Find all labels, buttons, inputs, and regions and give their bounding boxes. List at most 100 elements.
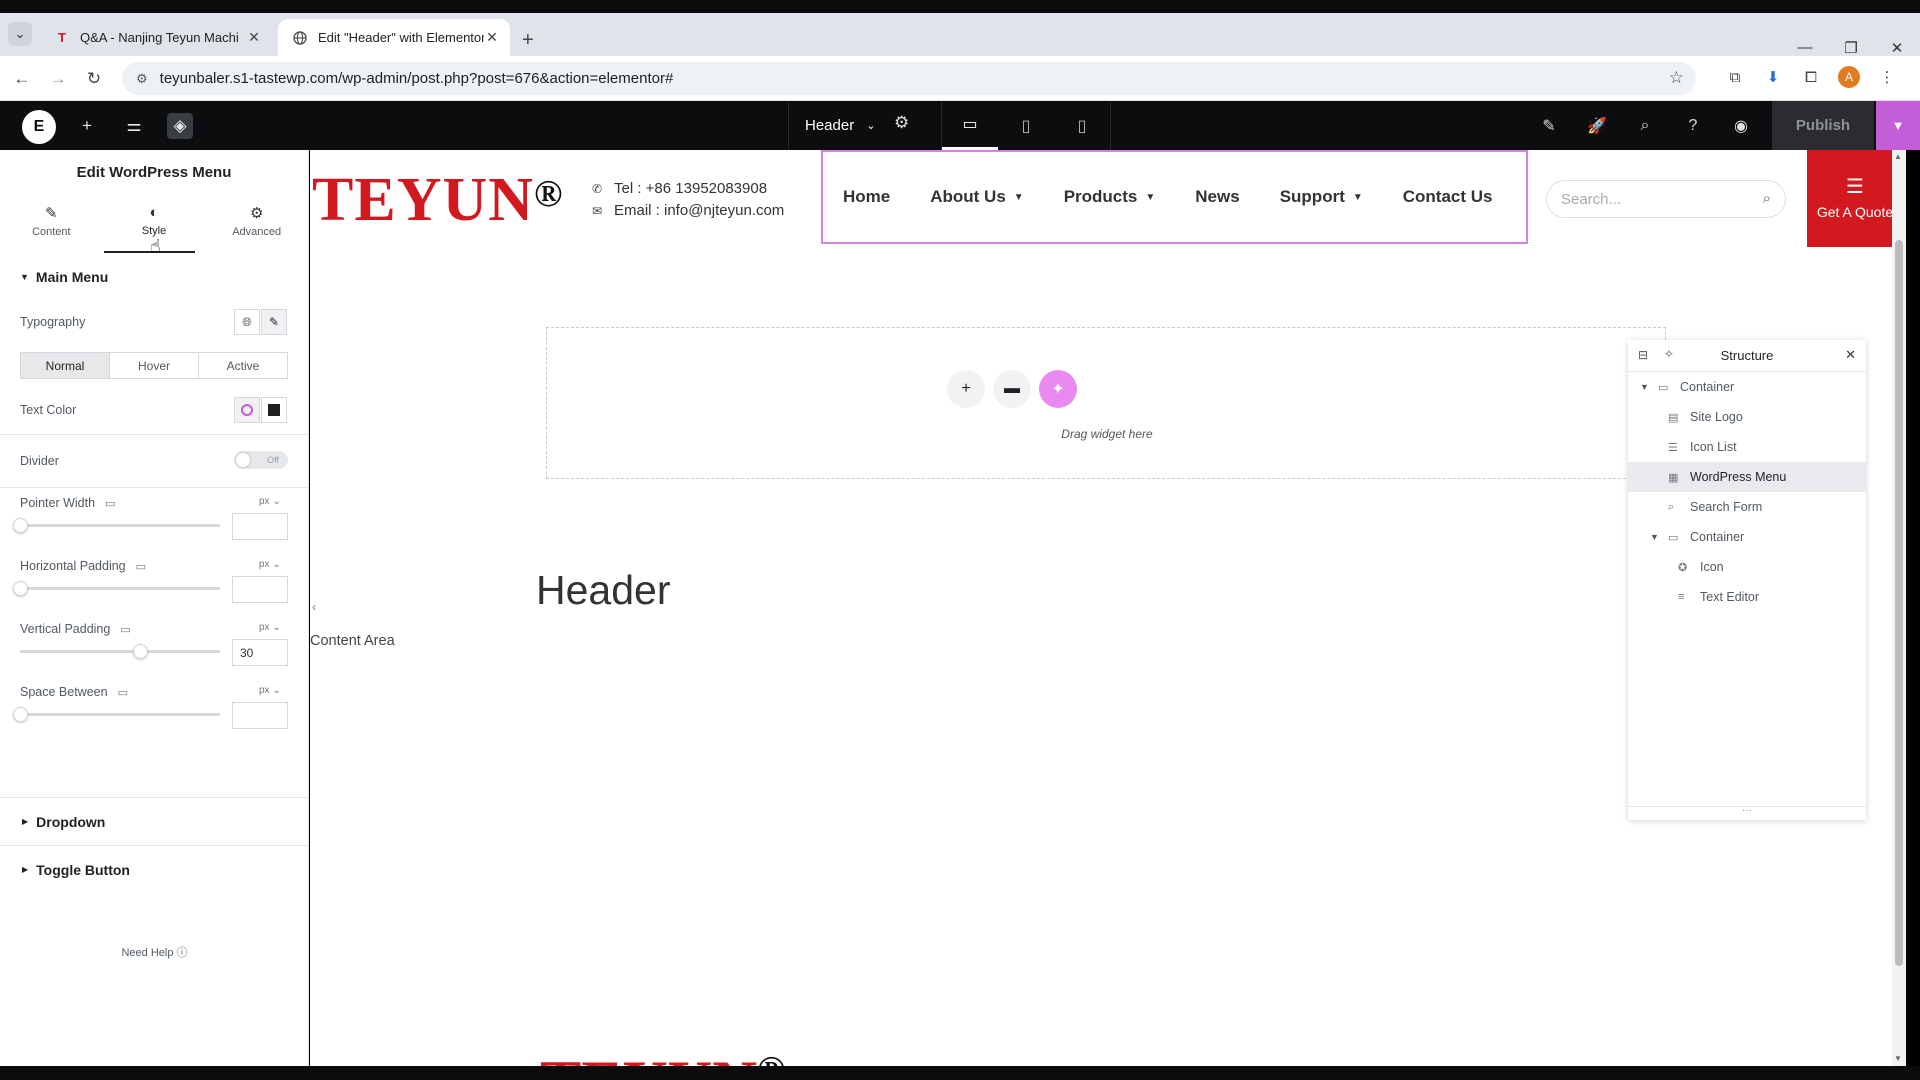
menu-item-home[interactable]: Home	[843, 187, 890, 207]
structure-item-container[interactable]: ▼ ▭ Container	[1628, 372, 1866, 402]
desktop-device-icon[interactable]: ▭	[942, 101, 998, 150]
profile-avatar[interactable]: A	[1838, 66, 1860, 88]
download-extension-icon[interactable]: ⬇	[1762, 66, 1784, 88]
empty-container-dropzone[interactable]: + ▬ ✦ Drag widget here	[546, 327, 1666, 479]
kebab-menu-icon[interactable]: ⋮	[1876, 66, 1898, 88]
state-tab-active[interactable]: Active	[199, 353, 287, 378]
document-name-dropdown[interactable]: Header ⌄	[788, 101, 942, 150]
space-between-slider-track[interactable]	[20, 713, 220, 716]
edit-typography-pencil-icon[interactable]: ✎	[261, 309, 287, 335]
menu-item-news[interactable]: News	[1195, 187, 1239, 207]
caret-down-icon[interactable]: ▼	[1640, 382, 1649, 392]
close-tab-icon[interactable]: ✕	[246, 29, 262, 46]
help-icon[interactable]: ?	[1680, 113, 1706, 139]
structure-layers-icon[interactable]: ◈	[167, 113, 193, 139]
desktop-monitor-icon[interactable]: ▭	[120, 623, 130, 636]
puzzle-icon[interactable]: ⧠	[1800, 66, 1822, 88]
caret-down-icon[interactable]: ▼	[1650, 532, 1659, 542]
state-tab-hover[interactable]: Hover	[110, 353, 199, 378]
elementor-logo-icon[interactable]: E	[22, 110, 56, 144]
extension-icon[interactable]: ⧉	[1724, 66, 1746, 88]
space-between-input[interactable]	[232, 702, 288, 729]
desktop-monitor-icon[interactable]: ▭	[136, 560, 146, 573]
bookmark-star-icon[interactable]: ☆	[1669, 68, 1684, 88]
site-logo[interactable]: TEYUN®	[312, 169, 563, 231]
close-tab-icon[interactable]: ✕	[484, 29, 500, 46]
structure-item-container[interactable]: ▼ ▭ Container	[1628, 522, 1866, 552]
section-dropdown[interactable]: ▶ Dropdown	[0, 797, 309, 845]
section-toggle-button[interactable]: ▶ Toggle Button	[0, 845, 309, 893]
unit-selector[interactable]: px ⌄	[259, 622, 281, 633]
structure-item-icon-list[interactable]: ☰ Icon List	[1628, 432, 1866, 462]
tab-search-icon[interactable]: ⌄	[8, 22, 32, 46]
publish-button[interactable]: Publish	[1772, 101, 1874, 150]
need-help-link[interactable]: Need Help ⓘ	[0, 944, 309, 960]
state-tab-normal[interactable]: Normal	[21, 353, 110, 378]
menu-item-products[interactable]: Products ▼	[1064, 187, 1156, 207]
resize-handle[interactable]: ···	[1628, 806, 1866, 820]
section-main-menu[interactable]: ▼ Main Menu	[0, 254, 308, 300]
structure-item-wordpress-menu[interactable]: ▦ WordPress Menu	[1628, 462, 1866, 492]
structure-item-icon[interactable]: ✪ Icon	[1628, 552, 1866, 582]
menu-item-about-us[interactable]: About Us ▼	[930, 187, 1023, 207]
forward-icon[interactable]: →	[46, 67, 70, 91]
color-swatch[interactable]	[261, 397, 287, 423]
scroll-up-icon[interactable]: ▲	[1894, 152, 1902, 161]
address-bar[interactable]: ⚙ teyunbaler.s1-tastewp.com/wp-admin/pos…	[122, 62, 1696, 95]
get-a-quote-button[interactable]: ☰ Get A Quote	[1807, 150, 1903, 247]
publish-options-chevron-icon[interactable]: ▼	[1876, 101, 1920, 150]
preview-eye-icon[interactable]: ◉	[1728, 113, 1754, 139]
global-typography-icon[interactable]: 🌐︎	[234, 309, 260, 335]
reload-icon[interactable]: ↻	[82, 67, 106, 91]
mobile-device-icon[interactable]: ▯	[1054, 101, 1110, 150]
site-search-input[interactable]: Search... ⌕	[1546, 180, 1786, 218]
tab-content[interactable]: ✎ Content	[0, 194, 103, 254]
finder-search-icon[interactable]: ⌕	[1632, 113, 1658, 139]
menu-item-support[interactable]: Support ▼	[1280, 187, 1363, 207]
close-icon[interactable]: ✕	[1845, 347, 1856, 363]
unit-selector[interactable]: px ⌄	[259, 685, 281, 696]
collapse-panel-chevron-icon[interactable]: ‹	[312, 600, 316, 614]
unit-selector[interactable]: px ⌄	[259, 559, 281, 570]
menu-item-contact-us[interactable]: Contact Us	[1403, 187, 1493, 207]
new-tab-icon[interactable]: +	[522, 30, 534, 50]
vertical-padding-slider-track[interactable]	[20, 650, 220, 653]
header-heading[interactable]: Header	[536, 567, 670, 614]
unit-selector[interactable]: px ⌄	[259, 496, 281, 507]
structure-item-search-form[interactable]: ⌕ Search Form	[1628, 492, 1866, 522]
browser-tab-elementor[interactable]: Edit "Header" with Elementor ✕	[278, 19, 510, 56]
pointer-width-slider-handle[interactable]	[13, 518, 28, 533]
space-between-slider-handle[interactable]	[13, 707, 28, 722]
pointer-width-input[interactable]	[232, 513, 288, 540]
desktop-monitor-icon[interactable]: ▭	[105, 497, 115, 510]
desktop-monitor-icon[interactable]: ▭	[118, 686, 128, 699]
back-icon[interactable]: ←	[10, 67, 34, 91]
site-settings-icon[interactable]: ⚌	[121, 113, 147, 139]
scrollbar-thumb[interactable]	[1895, 240, 1903, 966]
pointer-width-slider-track[interactable]	[20, 524, 220, 527]
add-widget-icon[interactable]: +	[947, 370, 985, 408]
global-color-icon[interactable]	[234, 397, 260, 423]
site-info-icon[interactable]: ⚙	[136, 71, 148, 87]
structure-item-text-editor[interactable]: ≡ Text Editor	[1628, 582, 1866, 612]
divider-toggle[interactable]: Off	[234, 451, 288, 469]
notifications-rocket-icon[interactable]: 🚀	[1584, 113, 1610, 139]
search-icon[interactable]: ⌕	[1763, 190, 1771, 207]
page-settings-gear-icon[interactable]: ⚙	[894, 113, 909, 133]
horizontal-padding-slider-track[interactable]	[20, 587, 220, 590]
structure-item-site-logo[interactable]: ▤ Site Logo	[1628, 402, 1866, 432]
contact-icon-list[interactable]: ✆ Tel : +86 13952083908 ✉ Email : info@njt…	[592, 178, 784, 222]
horizontal-padding-slider-handle[interactable]	[13, 581, 28, 596]
ai-pencil-icon[interactable]: ✎	[1536, 113, 1562, 139]
add-element-icon[interactable]: +	[74, 113, 100, 139]
ai-sparkle-icon[interactable]: ✦	[1039, 370, 1077, 408]
horizontal-padding-input[interactable]	[232, 576, 288, 603]
template-library-folder-icon[interactable]: ▬	[993, 370, 1031, 408]
canvas-scrollbar[interactable]: ▲ ▼	[1892, 150, 1906, 1066]
tablet-device-icon[interactable]: ▯	[998, 101, 1054, 150]
vertical-padding-input[interactable]: 30	[232, 639, 288, 666]
wordpress-menu-widget[interactable]: Home About Us ▼ Products ▼ News Support ▼ C…	[821, 150, 1528, 244]
vertical-padding-slider-handle[interactable]	[133, 644, 148, 659]
scroll-down-icon[interactable]: ▼	[1894, 1054, 1902, 1063]
browser-tab-qa[interactable]: T Q&A - Nanjing Teyun Machi ✕	[40, 19, 272, 56]
